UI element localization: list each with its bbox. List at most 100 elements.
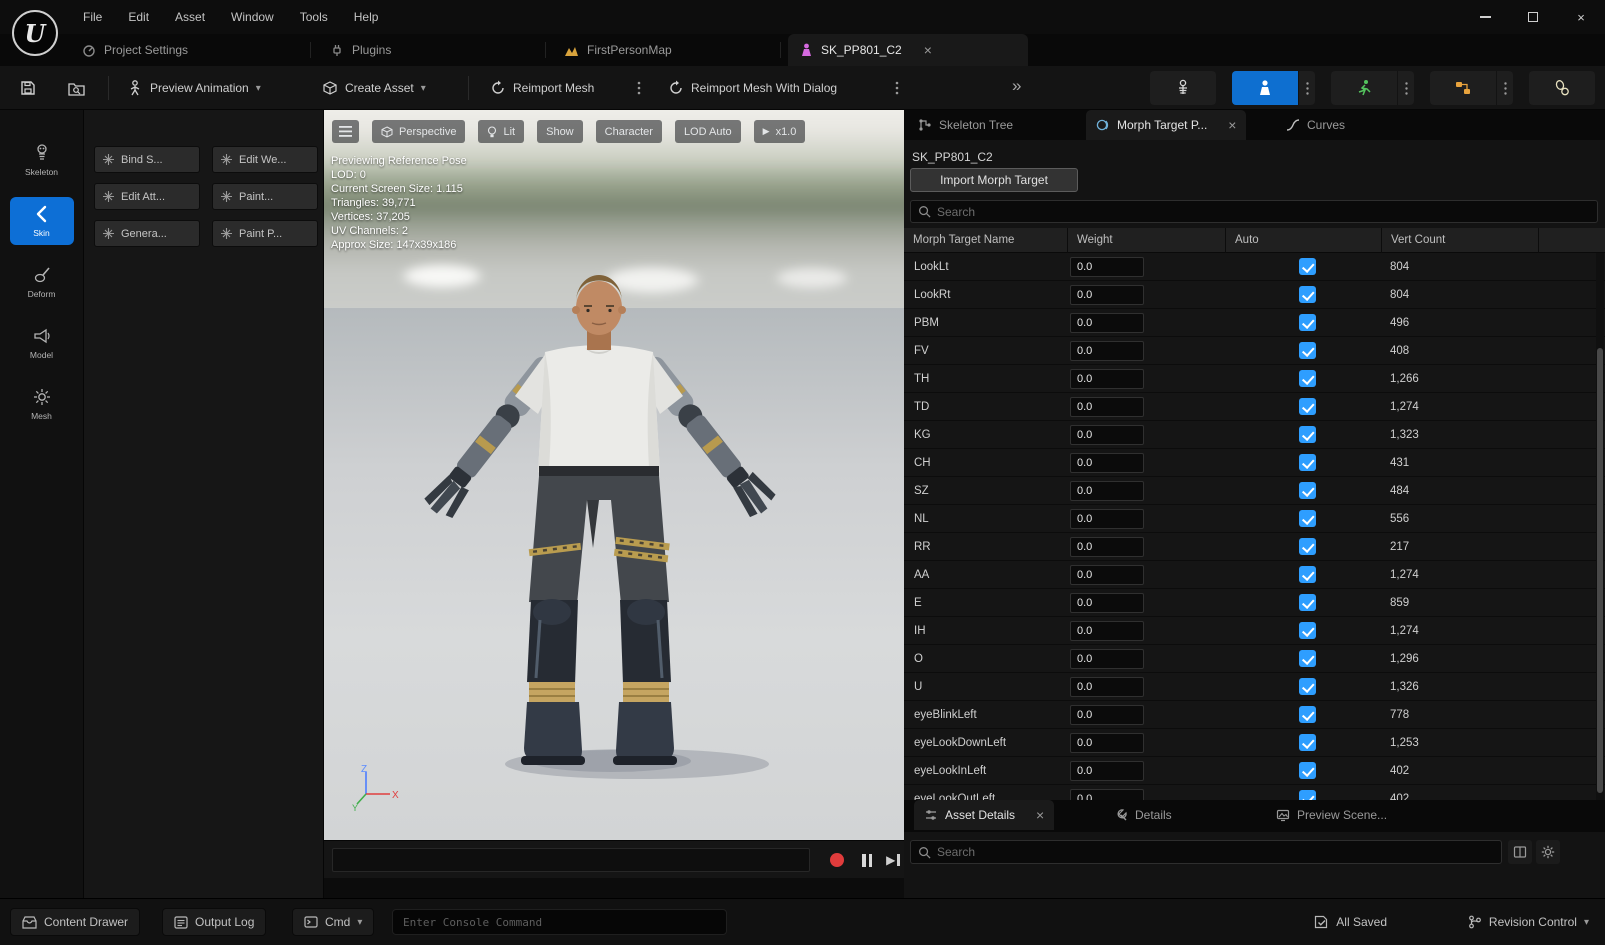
menu-edit[interactable]: Edit [115, 0, 162, 34]
weight-input[interactable]: 0.0 [1070, 369, 1144, 389]
weight-input[interactable]: 0.0 [1070, 285, 1144, 305]
auto-checkbox[interactable] [1299, 594, 1316, 611]
weight-input[interactable]: 0.0 [1070, 761, 1144, 781]
animation-editor-options[interactable] [1397, 71, 1414, 105]
blueprint-editor-options[interactable] [1496, 71, 1513, 105]
auto-checkbox[interactable] [1299, 678, 1316, 695]
weight-input[interactable]: 0.0 [1070, 341, 1144, 361]
menu-window[interactable]: Window [218, 0, 287, 34]
auto-checkbox[interactable] [1299, 706, 1316, 723]
table-row[interactable]: IH 0.0 1,274 [904, 617, 1605, 645]
table-scrollbar[interactable] [1596, 253, 1604, 800]
view-options-button[interactable] [1508, 840, 1532, 864]
weight-input[interactable]: 0.0 [1070, 677, 1144, 697]
detail-settings-button[interactable] [1536, 840, 1560, 864]
table-row[interactable]: RR 0.0 217 [904, 533, 1605, 561]
auto-checkbox[interactable] [1299, 650, 1316, 667]
scrollbar-thumb[interactable] [1597, 348, 1603, 793]
minimize-button[interactable] [1461, 0, 1509, 34]
mesh-editor-options[interactable] [1298, 71, 1315, 105]
create-asset-dropdown[interactable]: Create Asset ▾ [314, 71, 434, 105]
tab-first-person-map[interactable]: FirstPersonMap [552, 34, 684, 66]
close-tab-icon[interactable]: × [1228, 118, 1236, 132]
table-row[interactable]: AA 0.0 1,274 [904, 561, 1605, 589]
table-row[interactable]: E 0.0 859 [904, 589, 1605, 617]
console-command-box[interactable] [392, 909, 727, 935]
close-tab-icon[interactable]: × [924, 43, 932, 57]
lod-dropdown[interactable]: LOD Auto [675, 120, 741, 143]
column-header-auto[interactable]: Auto [1226, 228, 1382, 253]
menu-help[interactable]: Help [341, 0, 392, 34]
animation-editor-button[interactable] [1331, 71, 1397, 105]
mode-mesh[interactable]: Mesh [10, 380, 74, 428]
3d-viewport[interactable]: Perspective Lit Show Character LOD Auto … [324, 110, 904, 840]
auto-checkbox[interactable] [1299, 370, 1316, 387]
maximize-button[interactable] [1509, 0, 1557, 34]
tab-skeleton-tree[interactable]: Skeleton Tree [908, 110, 1023, 140]
tool-button[interactable]: Paint P... [212, 220, 318, 247]
weight-input[interactable]: 0.0 [1070, 397, 1144, 417]
weight-input[interactable]: 0.0 [1070, 537, 1144, 557]
console-command-input[interactable] [403, 916, 716, 929]
weight-input[interactable]: 0.0 [1070, 453, 1144, 473]
auto-checkbox[interactable] [1299, 258, 1316, 275]
tab-details[interactable]: Details [1104, 800, 1182, 830]
toolbar-overflow-chevron[interactable]: » [1012, 76, 1021, 96]
table-row[interactable]: PBM 0.0 496 [904, 309, 1605, 337]
table-row[interactable]: eyeLookInLeft 0.0 402 [904, 757, 1605, 785]
record-button[interactable] [826, 849, 848, 871]
preview-animation-dropdown[interactable]: Preview Animation ▾ [120, 71, 269, 105]
tool-button[interactable]: Edit Att... [94, 183, 200, 210]
save-button[interactable] [12, 71, 44, 105]
blueprint-editor-button[interactable] [1430, 71, 1496, 105]
weight-input[interactable]: 0.0 [1070, 649, 1144, 669]
weight-input[interactable]: 0.0 [1070, 705, 1144, 725]
auto-checkbox[interactable] [1299, 342, 1316, 359]
tool-button[interactable]: Edit We... [212, 146, 318, 173]
reimport-dialog-options[interactable] [892, 71, 902, 105]
search-input[interactable] [937, 845, 1494, 859]
tab-project-settings[interactable]: Project Settings [70, 34, 200, 66]
step-forward-button[interactable]: ▶ [882, 849, 904, 871]
menu-asset[interactable]: Asset [162, 0, 218, 34]
column-header-vert-count[interactable]: Vert Count [1382, 228, 1539, 253]
character-dropdown[interactable]: Character [596, 120, 662, 143]
lit-dropdown[interactable]: Lit [478, 120, 524, 143]
auto-checkbox[interactable] [1299, 538, 1316, 555]
skeleton-editor-button[interactable] [1150, 71, 1216, 105]
perspective-dropdown[interactable]: Perspective [372, 120, 465, 143]
column-header-weight[interactable]: Weight [1068, 228, 1226, 253]
tab-plugins[interactable]: Plugins [318, 34, 403, 66]
morph-target-searchbox[interactable] [910, 200, 1598, 223]
all-saved-button[interactable]: All Saved [1314, 908, 1387, 936]
timeline-scrubber[interactable] [332, 848, 810, 872]
weight-input[interactable]: 0.0 [1070, 509, 1144, 529]
table-row[interactable]: CH 0.0 431 [904, 449, 1605, 477]
output-log-button[interactable]: Output Log [162, 908, 266, 936]
cmd-dropdown[interactable]: Cmd ▾ [292, 908, 374, 936]
mesh-editor-button[interactable] [1232, 71, 1298, 105]
reimport-mesh-options[interactable] [634, 71, 644, 105]
table-row[interactable]: FV 0.0 408 [904, 337, 1605, 365]
table-row[interactable]: U 0.0 1,326 [904, 673, 1605, 701]
auto-checkbox[interactable] [1299, 734, 1316, 751]
column-header-name[interactable]: Morph Target Name [904, 228, 1068, 253]
show-dropdown[interactable]: Show [537, 120, 583, 143]
auto-checkbox[interactable] [1299, 762, 1316, 779]
tool-button[interactable]: Genera... [94, 220, 200, 247]
table-row[interactable]: O 0.0 1,296 [904, 645, 1605, 673]
mode-skeleton[interactable]: Skeleton [10, 136, 74, 184]
reimport-mesh-with-dialog-button[interactable]: Reimport Mesh With Dialog [660, 71, 845, 105]
table-row[interactable]: NL 0.0 556 [904, 505, 1605, 533]
viewport-menu-button[interactable] [332, 120, 359, 143]
playback-speed-button[interactable]: ▶ x1.0 [754, 120, 806, 143]
unreal-logo[interactable]: U [12, 10, 58, 56]
auto-checkbox[interactable] [1299, 314, 1316, 331]
weight-input[interactable]: 0.0 [1070, 425, 1144, 445]
table-row[interactable]: eyeLookDownLeft 0.0 1,253 [904, 729, 1605, 757]
menu-tools[interactable]: Tools [287, 0, 341, 34]
weight-input[interactable]: 0.0 [1070, 621, 1144, 641]
table-row[interactable]: SZ 0.0 484 [904, 477, 1605, 505]
mode-skin[interactable]: Skin [10, 197, 74, 245]
close-tab-icon[interactable]: × [1036, 808, 1044, 822]
